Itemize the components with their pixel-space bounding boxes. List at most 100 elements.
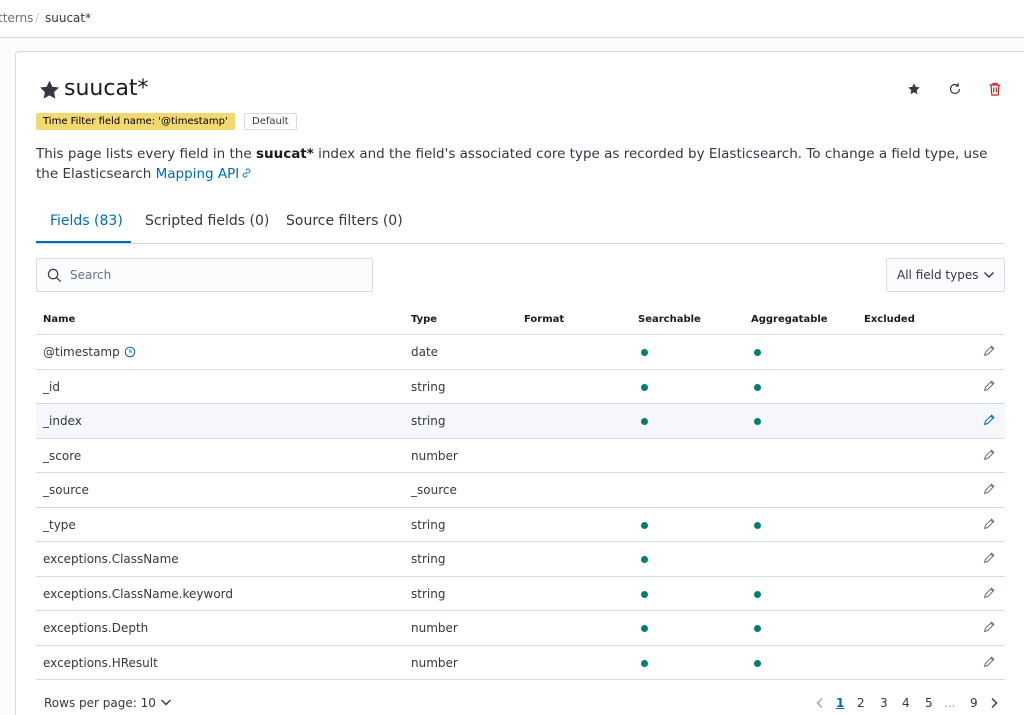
default-badge: Default — [244, 113, 297, 130]
tab-source-filters[interactable]: Source filters (0) — [286, 213, 403, 229]
column-searchable[interactable]: Searchable — [638, 314, 701, 325]
chevron-right-icon[interactable] — [990, 697, 999, 709]
tab-scripted-fields[interactable]: Scripted fields (0) — [145, 213, 269, 229]
column-name[interactable]: Name — [43, 314, 75, 325]
searchable-indicator — [641, 590, 648, 598]
fields-table: Name Type Format Searchable Aggregatable… — [36, 308, 1005, 680]
page-4[interactable]: 4 — [902, 696, 910, 710]
mapping-api-link[interactable]: Mapping API — [156, 166, 254, 182]
chevron-left-icon[interactable] — [815, 697, 824, 709]
rows-per-page-selector[interactable]: Rows per page: 10 — [44, 696, 172, 710]
table-row: exceptions.ClassName.keyword string — [36, 577, 1005, 611]
page-3[interactable]: 3 — [880, 696, 888, 710]
search-input[interactable] — [70, 259, 360, 291]
field-type: string — [411, 552, 446, 566]
page-9[interactable]: 9 — [970, 696, 978, 710]
aggregatable-indicator — [754, 418, 761, 425]
aggregatable-indicator — [754, 659, 761, 667]
field-type: string — [411, 414, 446, 428]
aggregatable-indicator — [754, 349, 761, 356]
star-icon[interactable] — [906, 81, 922, 97]
aggregatable-indicator — [754, 383, 761, 391]
field-type: string — [411, 517, 446, 532]
searchable-indicator — [641, 383, 648, 391]
tab-fields[interactable]: Fields (83) — [50, 213, 123, 229]
searchable-indicator — [641, 659, 648, 667]
table-row: _type string — [36, 508, 1005, 542]
breadcrumb-index-patterns[interactable]: tterns — [0, 11, 33, 25]
searchable-indicator — [641, 625, 648, 632]
field-type-filter-label: All field types — [897, 268, 979, 282]
field-type-filter[interactable]: All field types — [886, 258, 1005, 292]
table-row: _source _source — [36, 473, 1005, 508]
page-title: suucat* — [64, 76, 149, 101]
column-format[interactable]: Format — [524, 314, 564, 325]
aggregatable-indicator — [754, 521, 761, 529]
field-name: _source — [43, 483, 89, 497]
page-2[interactable]: 2 — [857, 696, 865, 710]
edit-icon[interactable] — [982, 551, 996, 565]
field-name: _index — [43, 414, 82, 428]
chevron-down-icon — [160, 699, 171, 706]
field-type: number — [411, 621, 458, 635]
field-type: number — [411, 448, 458, 463]
column-excluded[interactable]: Excluded — [864, 314, 915, 325]
delete-icon[interactable] — [987, 81, 1003, 97]
field-name: @timestamp — [43, 345, 120, 359]
table-row: _id string — [36, 370, 1005, 404]
search-icon — [47, 268, 62, 283]
default-star-icon — [40, 80, 59, 99]
searchable-indicator — [641, 521, 648, 529]
active-tab-indicator — [36, 241, 131, 243]
field-type: date — [411, 345, 439, 359]
field-type: _source — [411, 483, 457, 497]
edit-icon[interactable] — [982, 620, 996, 634]
searchable-indicator — [641, 418, 648, 425]
clock-icon — [124, 346, 135, 358]
table-header: Name Type Format Searchable Aggregatable… — [36, 308, 1005, 335]
field-name: _score — [43, 448, 82, 463]
edit-icon[interactable] — [982, 586, 996, 600]
field-type: number — [411, 655, 458, 670]
field-name: _id — [43, 379, 60, 394]
page-description: This page lists every field in the suuca… — [36, 146, 988, 182]
table-row: @timestamp date — [36, 335, 1005, 370]
table-row: _score number — [36, 439, 1005, 473]
edit-icon[interactable] — [982, 517, 996, 531]
column-aggregatable[interactable]: Aggregatable — [751, 314, 828, 325]
column-type[interactable]: Type — [411, 314, 437, 325]
field-type: string — [411, 379, 446, 394]
field-name-cell: @timestamp — [43, 345, 136, 359]
field-name: exceptions.ClassName.keyword — [43, 586, 234, 601]
page-1[interactable]: 1 — [836, 696, 844, 710]
top-bar: tterns / suucat* — [0, 0, 1024, 38]
index-name: suucat* — [255, 146, 314, 162]
field-name: exceptions.ClassName — [43, 552, 179, 566]
chevron-down-icon — [984, 272, 994, 278]
edit-icon[interactable] — [982, 448, 996, 462]
edit-icon[interactable] — [982, 344, 996, 358]
time-filter-badge: Time Filter field name: '@timestamp' — [36, 113, 235, 130]
page-ellipsis: ... — [944, 696, 956, 710]
page-5[interactable]: 5 — [925, 696, 933, 710]
searchable-indicator — [641, 556, 648, 563]
table-row: exceptions.HResult number — [36, 646, 1005, 680]
edit-icon[interactable] — [982, 655, 996, 669]
field-name: _type — [43, 517, 76, 532]
field-name: exceptions.Depth — [43, 621, 149, 635]
refresh-icon[interactable] — [947, 81, 963, 97]
table-row: exceptions.Depth number — [36, 611, 1005, 646]
aggregatable-indicator — [754, 590, 761, 598]
search-box — [36, 258, 373, 292]
table-row: exceptions.ClassName string — [36, 542, 1005, 577]
edit-icon[interactable] — [982, 482, 996, 496]
table-row: _index string — [36, 404, 1005, 439]
edit-icon[interactable] — [982, 413, 996, 427]
aggregatable-indicator — [754, 625, 761, 632]
edit-icon[interactable] — [982, 379, 996, 393]
searchable-indicator — [641, 349, 648, 356]
field-type: string — [411, 586, 446, 601]
tabs: Fields (83) Scripted fields (0) Source f… — [36, 203, 1005, 244]
breadcrumb-separator: / — [35, 11, 40, 25]
link-icon — [242, 168, 251, 178]
